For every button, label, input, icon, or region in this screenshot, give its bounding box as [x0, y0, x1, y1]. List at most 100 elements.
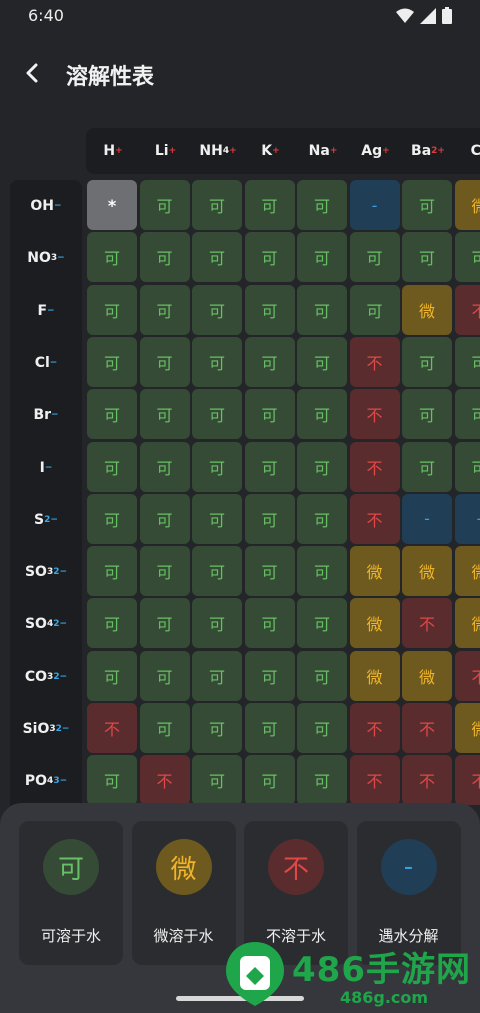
back-arrow-icon[interactable] — [18, 58, 48, 88]
table-cell[interactable]: 可 — [244, 703, 295, 753]
table-cell[interactable]: 可 — [244, 755, 295, 806]
table-cell[interactable]: 可 — [192, 650, 242, 701]
table-cell[interactable]: 可 — [192, 336, 242, 387]
solubility-table[interactable]: H+Li+NH4+K+Na+Ag+Ba2+CaOH−*可可可可-可微NO3−可可… — [0, 128, 480, 808]
table-cell[interactable]: 可 — [402, 232, 452, 283]
table-cell[interactable]: 可 — [454, 336, 480, 387]
table-cell[interactable]: 可 — [139, 232, 190, 283]
table-cell[interactable]: 可 — [297, 336, 347, 387]
legend-item-green[interactable]: 可可溶于水 — [19, 821, 123, 965]
table-cell[interactable]: 可 — [87, 650, 137, 701]
table-cell[interactable]: 可 — [87, 546, 137, 597]
table-cell[interactable]: 可 — [244, 650, 295, 701]
table-cell[interactable]: - — [349, 180, 400, 230]
table-cell[interactable]: 微 — [454, 180, 480, 230]
table-cell[interactable]: 可 — [454, 232, 480, 283]
table-cell[interactable]: 可 — [454, 389, 480, 440]
table-cell[interactable]: 可 — [139, 389, 190, 440]
table-cell[interactable]: 不 — [349, 389, 400, 440]
table-cell[interactable]: 可 — [244, 232, 295, 283]
table-cell[interactable]: 微 — [454, 546, 480, 597]
table-cell[interactable]: 可 — [192, 180, 242, 230]
table-cell[interactable]: 可 — [139, 650, 190, 701]
table-cell[interactable]: 可 — [192, 703, 242, 753]
table-cell[interactable]: 不 — [139, 755, 190, 806]
table-cell[interactable]: 可 — [139, 493, 190, 544]
table-cell[interactable]: 可 — [244, 598, 295, 649]
legend-item-yellow[interactable]: 微微溶于水 — [131, 821, 236, 965]
table-cell[interactable]: 不 — [87, 703, 137, 753]
table-cell[interactable]: 可 — [139, 598, 190, 649]
table-cell[interactable]: 可 — [87, 493, 137, 544]
table-cell[interactable]: 可 — [297, 232, 347, 283]
table-cell[interactable]: 可 — [349, 284, 400, 335]
table-cell[interactable]: 可 — [454, 441, 480, 492]
table-cell[interactable]: 可 — [244, 389, 295, 440]
table-cell[interactable]: 可 — [297, 493, 347, 544]
table-cell[interactable]: 可 — [297, 703, 347, 753]
table-cell[interactable]: 可 — [192, 232, 242, 283]
table-cell[interactable]: 可 — [139, 441, 190, 492]
table-cell[interactable]: 微 — [402, 650, 452, 701]
table-cell[interactable]: 不 — [349, 755, 400, 806]
table-cell[interactable]: 可 — [402, 441, 452, 492]
table-cell[interactable]: 可 — [87, 232, 137, 283]
table-cell[interactable]: 可 — [244, 180, 295, 230]
table-cell[interactable]: 可 — [139, 703, 190, 753]
table-cell[interactable]: 可 — [87, 598, 137, 649]
table-cell[interactable]: * — [87, 180, 137, 230]
table-cell[interactable]: 可 — [87, 389, 137, 440]
table-cell[interactable]: 可 — [297, 546, 347, 597]
table-cell[interactable]: 可 — [139, 546, 190, 597]
table-cell[interactable]: 可 — [297, 441, 347, 492]
table-cell[interactable]: 可 — [192, 598, 242, 649]
table-cell[interactable]: 可 — [139, 284, 190, 335]
table-cell[interactable]: 可 — [87, 336, 137, 387]
table-cell[interactable]: 可 — [192, 284, 242, 335]
table-cell[interactable]: 可 — [87, 284, 137, 335]
table-cell[interactable]: 不 — [402, 755, 452, 806]
table-cell[interactable]: 微 — [349, 598, 400, 649]
table-cell[interactable]: 可 — [297, 650, 347, 701]
table-cell[interactable]: 可 — [244, 441, 295, 492]
table-cell[interactable]: 不 — [349, 703, 400, 753]
table-cell[interactable]: 不 — [402, 703, 452, 753]
table-cell[interactable]: 可 — [244, 546, 295, 597]
table-cell[interactable]: 可 — [192, 493, 242, 544]
table-cell[interactable]: 微 — [454, 598, 480, 649]
table-cell[interactable]: 可 — [244, 336, 295, 387]
table-cell[interactable]: 可 — [297, 389, 347, 440]
table-cell[interactable]: 微 — [454, 703, 480, 753]
table-cell[interactable]: 可 — [402, 389, 452, 440]
table-cell[interactable]: 可 — [244, 493, 295, 544]
table-cell[interactable]: 可 — [87, 441, 137, 492]
table-cell[interactable]: 微 — [402, 546, 452, 597]
table-cell[interactable]: 可 — [192, 441, 242, 492]
table-cell[interactable]: 可 — [192, 755, 242, 806]
table-cell[interactable]: 微 — [349, 546, 400, 597]
table-cell[interactable]: 不 — [349, 441, 400, 492]
table-cell[interactable]: 可 — [139, 336, 190, 387]
table-cell[interactable]: 不 — [454, 755, 480, 806]
table-cell[interactable]: 可 — [297, 284, 347, 335]
table-cell[interactable]: 微 — [402, 284, 452, 335]
table-cell[interactable]: - — [402, 493, 452, 544]
table-cell[interactable]: 微 — [349, 650, 400, 701]
table-cell[interactable]: 可 — [87, 755, 137, 806]
table-cell[interactable]: 可 — [244, 284, 295, 335]
table-cell[interactable]: 可 — [297, 598, 347, 649]
table-cell[interactable]: - — [454, 493, 480, 544]
table-cell[interactable]: 可 — [297, 755, 347, 806]
table-cell[interactable]: 可 — [192, 389, 242, 440]
table-cell[interactable]: 可 — [402, 180, 452, 230]
table-cell[interactable]: 不 — [454, 650, 480, 701]
table-cell[interactable]: 可 — [349, 232, 400, 283]
table-cell[interactable]: 可 — [139, 180, 190, 230]
table-cell[interactable]: 不 — [402, 598, 452, 649]
table-cell[interactable]: 不 — [349, 493, 400, 544]
table-cell[interactable]: 可 — [192, 546, 242, 597]
table-cell[interactable]: 不 — [454, 284, 480, 335]
table-cell[interactable]: 不 — [349, 336, 400, 387]
table-cell[interactable]: 可 — [297, 180, 347, 230]
table-cell[interactable]: 可 — [402, 336, 452, 387]
